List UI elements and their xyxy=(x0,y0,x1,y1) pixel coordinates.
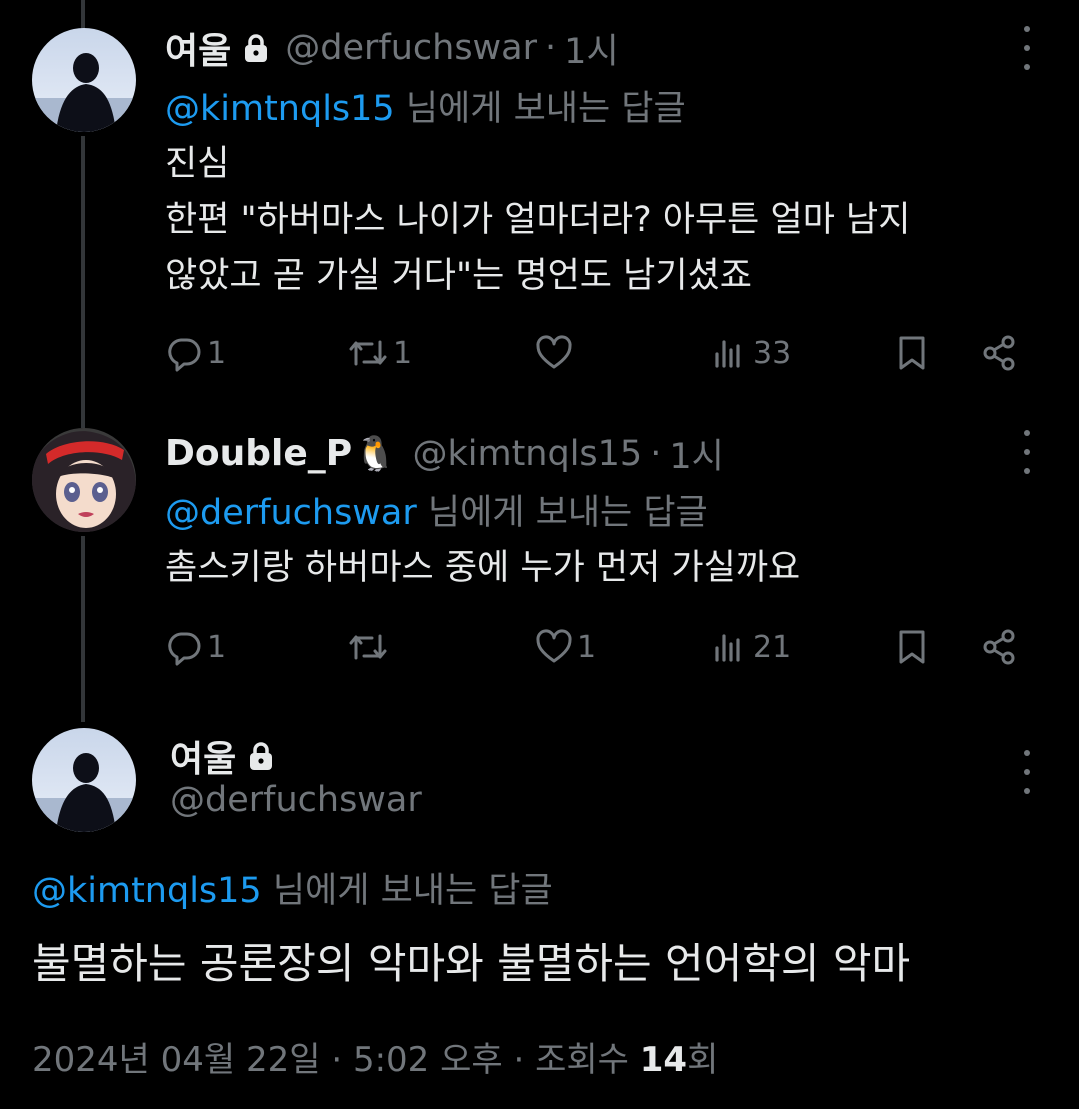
avatar-image xyxy=(32,28,136,132)
mention-link[interactable]: @kimtnqls15 xyxy=(32,871,262,911)
penguin-emoji: 🐧 xyxy=(354,433,397,474)
tweet-text-line: 않았고 곧 가실 거다"는 명언도 남기셨죠 xyxy=(165,256,752,296)
bookmark-icon xyxy=(899,336,925,370)
more-icon[interactable] xyxy=(1019,430,1035,474)
reply-to-line: @derfuchswar 님에게 보내는 답글 xyxy=(165,484,708,535)
timestamp[interactable]: 1시 xyxy=(564,23,618,74)
like-button[interactable]: 1 xyxy=(535,622,596,672)
tweet-text-line: 진심 xyxy=(165,144,230,184)
tweet-date[interactable]: 2024년 04월 22일 xyxy=(32,1040,321,1080)
view-count: 21 xyxy=(753,629,792,665)
author-name[interactable]: 여울 xyxy=(170,730,236,782)
repost-button[interactable] xyxy=(347,622,393,672)
separator: · xyxy=(650,433,662,474)
timestamp[interactable]: 1시 xyxy=(669,428,723,479)
bookmark-button[interactable] xyxy=(893,328,931,378)
repost-count: 1 xyxy=(393,335,413,371)
reply-button[interactable]: 1 xyxy=(165,622,226,672)
thread-line xyxy=(81,536,85,722)
more-icon[interactable] xyxy=(1019,750,1035,794)
reply-to-line: @kimtnqls15 님에게 보내는 답글 xyxy=(165,80,686,131)
reply-button[interactable]: 1 xyxy=(165,328,226,378)
views-button[interactable]: 33 xyxy=(711,328,791,378)
thread-line xyxy=(81,136,85,428)
reply-to-line: @kimtnqls15 님에게 보내는 답글 xyxy=(32,862,553,913)
avatar-image xyxy=(32,728,136,832)
views-count: 14 xyxy=(639,1040,688,1080)
avatar[interactable] xyxy=(32,428,136,532)
avatar[interactable] xyxy=(32,728,136,832)
author-handle[interactable]: @derfuchswar xyxy=(285,28,537,68)
repost-icon xyxy=(349,634,387,660)
lock-icon xyxy=(248,741,274,771)
author-handle[interactable]: @derfuchswar xyxy=(170,780,422,820)
tweet-text: 진심 한편 "하버마스 나이가 얼마더라? 아무튼 얼마 남지 않았고 곧 가실… xyxy=(165,136,910,304)
mention-link[interactable]: @derfuchswar xyxy=(165,493,417,533)
tweet-text: 불멸하는 공론장의 악마와 불멸하는 언어학의 악마 xyxy=(32,939,911,988)
views-icon xyxy=(715,340,740,368)
like-icon xyxy=(536,335,572,369)
share-icon xyxy=(983,629,1015,665)
reply-to-label: 님에게 보내는 답글 xyxy=(394,89,686,129)
share-button[interactable] xyxy=(981,328,1019,378)
like-button[interactable] xyxy=(535,328,577,378)
reply-count: 1 xyxy=(207,629,227,665)
action-bar: 1 1 33 xyxy=(165,328,1035,378)
reply-to-label: 님에게 보내는 답글 xyxy=(416,493,708,533)
reply-icon xyxy=(168,338,201,372)
tweet-text-line: 촘스키랑 하버마스 중에 누가 먼저 가실까요 xyxy=(165,548,801,588)
lock-icon xyxy=(243,33,269,63)
views-label: 조회수 xyxy=(535,1040,629,1080)
tweet-time[interactable]: 5:02 오후 xyxy=(353,1040,503,1080)
tweet-text-line: 한편 "하버마스 나이가 얼마더라? 아무튼 얼마 남지 xyxy=(165,200,911,240)
action-bar: 1 1 21 xyxy=(165,622,1035,672)
mention-link[interactable]: @kimtnqls15 xyxy=(165,89,395,129)
like-icon xyxy=(536,629,572,663)
author-name[interactable]: Double_P xyxy=(165,433,352,474)
bookmark-icon xyxy=(899,630,925,664)
tweet-meta: 2024년 04월 22일 · 5:02 오후 · 조회수 14회 xyxy=(32,1032,718,1081)
share-button[interactable] xyxy=(981,622,1019,672)
view-count: 33 xyxy=(753,335,792,371)
separator: · xyxy=(545,28,557,68)
separator: · xyxy=(513,1040,525,1080)
views-icon xyxy=(715,634,740,662)
reply-icon xyxy=(168,632,201,666)
repost-button[interactable]: 1 xyxy=(347,328,412,378)
author-name[interactable]: 여울 xyxy=(165,22,231,74)
repost-icon xyxy=(349,340,387,366)
avatar[interactable] xyxy=(32,28,136,132)
views-button[interactable]: 21 xyxy=(711,622,791,672)
author-handle[interactable]: @kimtnqls15 xyxy=(413,434,643,474)
more-icon[interactable] xyxy=(1019,26,1035,70)
views-unit: 회 xyxy=(687,1040,719,1080)
bookmark-button[interactable] xyxy=(893,622,931,672)
share-icon xyxy=(983,335,1015,371)
reply-to-label: 님에게 보내는 답글 xyxy=(261,871,553,911)
tweet-text: 촘스키랑 하버마스 중에 누가 먼저 가실까요 xyxy=(165,540,800,596)
avatar-image xyxy=(32,428,136,532)
separator: · xyxy=(331,1040,343,1080)
reply-count: 1 xyxy=(207,335,227,371)
like-count: 1 xyxy=(577,629,597,665)
